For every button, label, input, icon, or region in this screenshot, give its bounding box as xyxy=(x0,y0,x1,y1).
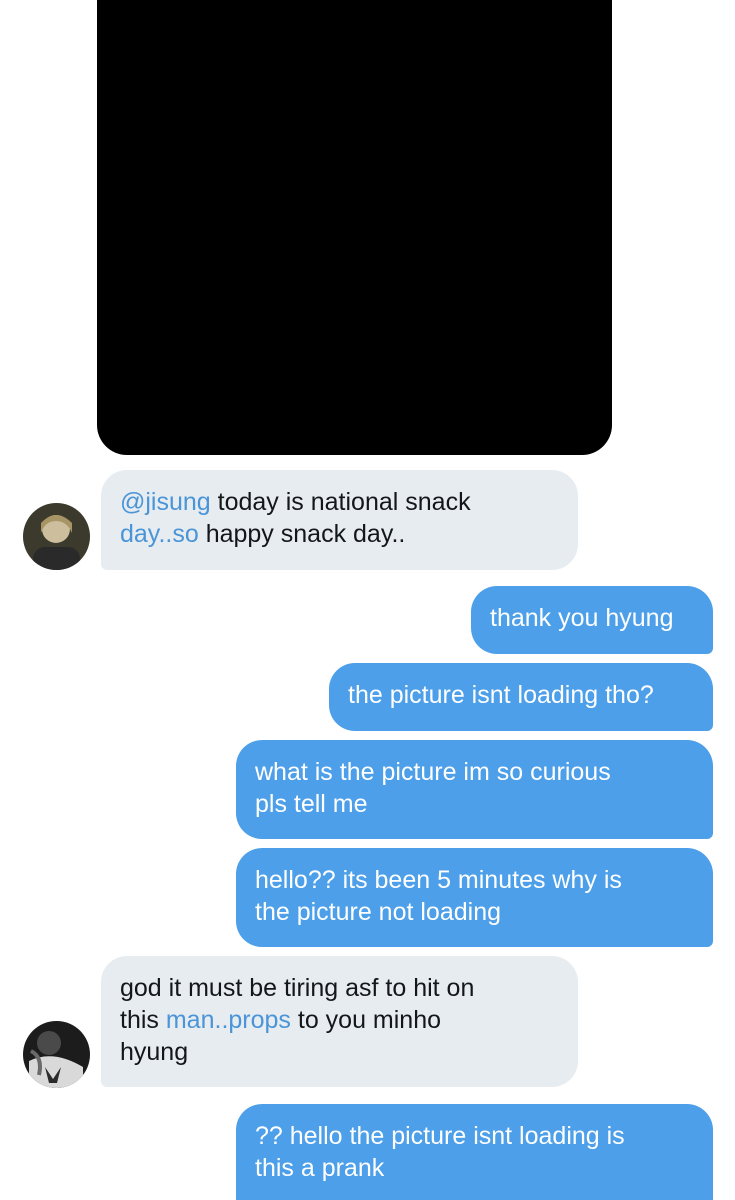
message-line: day..so happy snack day.. xyxy=(120,518,559,550)
message-text: thank you hyung xyxy=(490,604,674,632)
message-bubble-incoming-2[interactable]: god it must be tiring asf to hit on this… xyxy=(101,956,578,1087)
message-line: this man..props to you minho xyxy=(120,1004,559,1036)
inline-link[interactable]: day..so xyxy=(120,520,199,548)
message-line: ?? hello the picture isnt loading is xyxy=(255,1122,625,1150)
message-line: @jisung today is national snack xyxy=(120,486,559,518)
message-bubble-outgoing-2[interactable]: the picture isnt loading tho? xyxy=(329,663,713,731)
message-text: today is national snack xyxy=(210,488,471,516)
message-bubble-incoming-1[interactable]: @jisung today is national snack day..so … xyxy=(101,470,578,570)
message-line: the picture not loading xyxy=(255,898,502,926)
message-text: to you minho xyxy=(290,1006,442,1034)
message-line: pls tell me xyxy=(255,790,368,818)
message-line: this a prank xyxy=(255,1154,385,1182)
message-text: happy snack day.. xyxy=(198,520,406,548)
message-bubble-outgoing-1[interactable]: thank you hyung xyxy=(471,586,713,654)
message-text: this xyxy=(120,1006,166,1034)
message-bubble-outgoing-4[interactable]: hello?? its been 5 minutes why is the pi… xyxy=(236,848,713,947)
inline-link[interactable]: man..props xyxy=(166,1006,291,1034)
message-line: god it must be tiring asf to hit on xyxy=(120,974,475,1002)
message-line: what is the picture im so curious xyxy=(255,758,611,786)
avatar-sender-2[interactable] xyxy=(23,1021,90,1088)
message-bubble-outgoing-3[interactable]: what is the picture im so curious pls te… xyxy=(236,740,713,839)
mention-link[interactable]: @jisung xyxy=(120,488,211,516)
avatar-sender-1[interactable] xyxy=(23,503,90,570)
message-line: hello?? its been 5 minutes why is xyxy=(255,866,622,894)
media-image-placeholder[interactable] xyxy=(97,0,612,455)
message-line: hyung xyxy=(120,1038,189,1066)
message-text: the picture isnt loading tho? xyxy=(348,681,654,709)
message-bubble-outgoing-5[interactable]: ?? hello the picture isnt loading is thi… xyxy=(236,1104,713,1200)
